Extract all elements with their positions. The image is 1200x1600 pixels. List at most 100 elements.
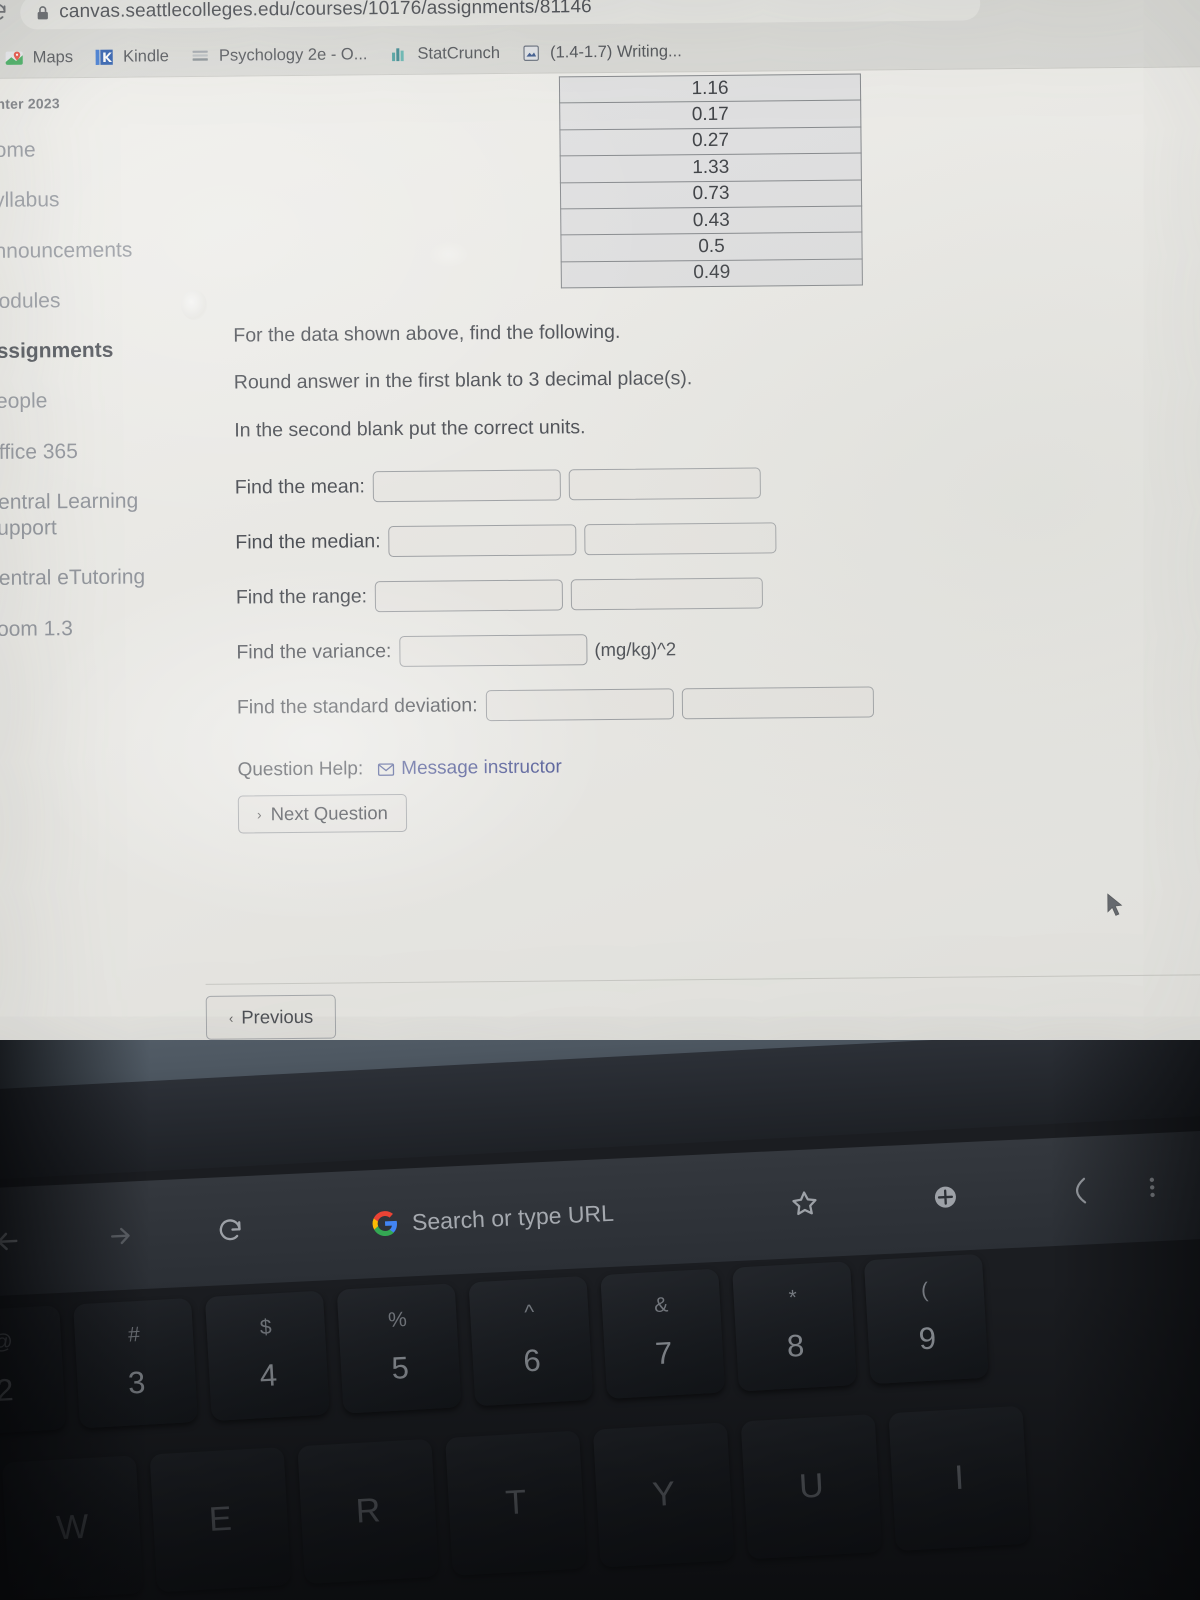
mean-value-input[interactable] <box>372 469 562 503</box>
key-number: 2 <box>0 1372 15 1408</box>
maps-icon <box>5 50 23 65</box>
previous-button[interactable]: ‹ Previous <box>205 994 337 1040</box>
message-instructor-link[interactable]: Message instructor <box>401 757 562 781</box>
keyboard-number-row: @ 2 # 3 $ 4 % 5 ^ 6 & 7 * 8 (9 <box>0 1253 989 1436</box>
reload-icon[interactable] <box>0 2 8 24</box>
mean-units-input[interactable] <box>568 467 762 501</box>
table-cell: 0.5 <box>560 232 863 262</box>
sidebar-item-people[interactable]: People <box>0 387 210 415</box>
key-2[interactable]: @ 2 <box>0 1305 67 1436</box>
question-help-row: Question Help: Message instructor <box>237 752 997 781</box>
table-cell: 0.73 <box>560 179 862 209</box>
table-row: 1.16 <box>559 74 861 104</box>
question-help-label: Question Help: <box>237 758 364 781</box>
key-symbol: & <box>653 1293 669 1318</box>
bookmark-statcrunch[interactable]: StatCrunch <box>389 43 500 63</box>
key-9[interactable]: ( 9 <box>863 1253 989 1385</box>
key-8[interactable]: * 8 <box>732 1261 857 1392</box>
key-4[interactable]: $ 4 <box>204 1290 330 1422</box>
key-i[interactable]: I <box>888 1405 1030 1552</box>
answer-row-variance: Find the variance: (mg/kg)^2 <box>236 630 996 668</box>
answer-label: Find the standard deviation: <box>236 694 478 719</box>
key-u[interactable]: U <box>740 1414 883 1560</box>
reload-icon[interactable] <box>216 1216 245 1245</box>
secondary-omnibox-placeholder: Search or type URL <box>411 1199 615 1235</box>
address-bar[interactable]: canvas.seattlecolleges.edu/courses/10176… <box>20 0 981 30</box>
key-y[interactable]: Y <box>592 1422 735 1568</box>
extension-icon[interactable] <box>931 1182 960 1211</box>
next-question-label: Next Question <box>270 802 388 825</box>
answer-row-standard-deviation: Find the standard deviation: <box>237 685 997 723</box>
standard-deviation-units-input[interactable] <box>681 686 874 720</box>
range-value-input[interactable] <box>374 579 564 613</box>
question-line-1: For the data shown above, find the follo… <box>233 320 621 347</box>
menu-icon[interactable] <box>1139 1174 1166 1201</box>
key-w[interactable]: W <box>1 1455 144 1600</box>
sidebar-item-modules[interactable]: Modules <box>0 287 209 315</box>
sidebar-item-central-learning-support[interactable]: Central Learning Support <box>0 488 211 543</box>
key-6[interactable]: ^ 6 <box>468 1275 594 1407</box>
profile-icon[interactable] <box>1067 1175 1094 1206</box>
key-7[interactable]: & 7 <box>600 1268 726 1399</box>
table-cell: 1.33 <box>560 153 862 183</box>
bookmark-label: Kindle <box>122 46 169 66</box>
keyboard-letter-row: W E R T Y U I <box>1 1405 1030 1600</box>
sidebar-item-home[interactable]: Home <box>0 136 208 164</box>
bookmark-kindle[interactable]: Kindle <box>95 47 169 67</box>
key-letter: I <box>953 1458 965 1498</box>
range-units-input[interactable] <box>570 577 764 611</box>
bookmark-maps[interactable]: Maps <box>5 48 74 68</box>
key-t[interactable]: T <box>445 1430 587 1576</box>
next-question-button[interactable]: › Next Question <box>237 794 408 834</box>
bookmark-psychology[interactable]: Psychology 2e - O... <box>191 45 368 66</box>
bookmark-label: Psychology 2e - O... <box>218 44 368 65</box>
table-cell: 0.43 <box>560 205 862 236</box>
key-r[interactable]: R <box>297 1438 439 1585</box>
document-icon <box>523 44 540 61</box>
question-line-2: Round answer in the first blank to 3 dec… <box>233 367 693 394</box>
median-value-input[interactable] <box>388 524 577 558</box>
bookmark-label: StatCrunch <box>417 43 501 63</box>
answer-row-median: Find the median: <box>235 520 995 558</box>
table-cell: 0.17 <box>559 100 861 130</box>
median-units-input[interactable] <box>584 522 777 556</box>
laptop-photo-scene: canvas.seattlecolleges.edu/courses/10176… <box>0 0 1200 1600</box>
key-letter: Y <box>651 1474 677 1515</box>
data-table: 1.16 0.17 0.27 1.33 0.73 0.43 0.5 0.49 <box>558 73 863 289</box>
sidebar-item-assignments[interactable]: Assignments <box>0 337 210 365</box>
sidebar-item-syllabus[interactable]: Syllabus <box>0 186 208 214</box>
standard-deviation-value-input[interactable] <box>485 688 674 722</box>
bookmark-label: Maps <box>32 47 74 66</box>
chevron-right-icon: › <box>256 806 262 823</box>
sidebar-item-office-365[interactable]: Office 365 <box>0 437 211 465</box>
table-row: 0.73 <box>560 179 862 209</box>
key-number: 9 <box>917 1320 937 1357</box>
star-icon[interactable] <box>789 1188 820 1219</box>
table-row: 0.27 <box>559 126 862 157</box>
key-number: 7 <box>654 1335 674 1372</box>
answer-row-mean: Find the mean: <box>235 465 995 503</box>
variance-value-input[interactable] <box>399 634 588 668</box>
key-letter: W <box>55 1507 90 1548</box>
table-row: 0.17 <box>559 100 861 130</box>
sidebar-item-announcements[interactable]: Announcements <box>0 236 209 264</box>
sidebar-item-zoom[interactable]: Zoom 1.3 <box>0 614 212 642</box>
key-3[interactable]: # 3 <box>73 1298 198 1429</box>
key-e[interactable]: E <box>149 1447 292 1593</box>
sidebar-item-central-etutoring[interactable]: Central eTutoring <box>0 564 212 592</box>
bookmark-writing[interactable]: (1.4-1.7) Writing... <box>522 42 682 63</box>
key-number: 4 <box>258 1357 278 1394</box>
table-cell: 0.49 <box>561 258 863 289</box>
previous-button-wrap: ‹ Previous <box>205 994 337 1040</box>
secondary-address-bar[interactable]: Search or type URL <box>371 1199 614 1237</box>
back-arrow-icon[interactable] <box>0 1226 23 1257</box>
screen-smudge <box>428 241 469 268</box>
course-navigation: Winter 2023 Home Syllabus Announcements … <box>0 94 213 667</box>
chevron-left-icon: ‹ <box>228 1010 234 1026</box>
forward-arrow-icon <box>111 1227 130 1245</box>
answer-label: Find the mean: <box>234 475 366 499</box>
key-letter: T <box>504 1483 528 1523</box>
key-5[interactable]: % 5 <box>336 1283 462 1414</box>
term-label: Winter 2023 <box>0 95 60 112</box>
canvas-page: Winter 2023 Home Syllabus Announcements … <box>0 65 1200 1078</box>
